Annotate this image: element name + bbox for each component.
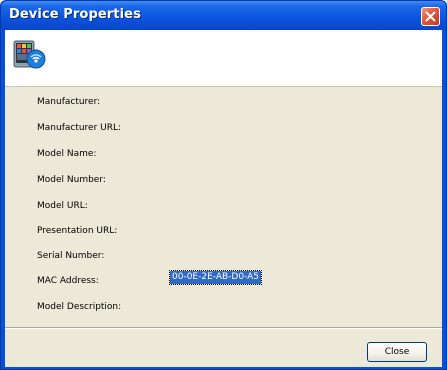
dialog-client-area: Manufacturer: Manufacturer URL: Model Na… <box>5 30 442 367</box>
window-title: Device Properties <box>9 7 141 22</box>
label-model-description: Model Description: <box>37 302 122 312</box>
close-button[interactable]: Close <box>367 342 427 362</box>
header-strip <box>5 30 442 86</box>
label-model-number: Model Number: <box>37 175 106 185</box>
footer-divider-highlight <box>5 328 442 329</box>
label-presentation-url: Presentation URL: <box>37 226 118 236</box>
device-properties-dialog: Device Properties Manufacturer: Manufact… <box>0 0 447 370</box>
label-mac-address: MAC Address: <box>37 276 99 286</box>
label-manufacturer: Manufacturer: <box>37 97 101 107</box>
mac-address-value[interactable]: 00-0E-2E-AB-D0-A5 <box>169 270 262 285</box>
window-close-button[interactable] <box>421 7 440 26</box>
header-divider <box>5 86 442 87</box>
label-model-url: Model URL: <box>37 201 88 211</box>
label-model-name: Model Name: <box>37 149 97 159</box>
label-manufacturer-url: Manufacturer URL: <box>37 123 122 133</box>
media-device-icon <box>13 40 46 69</box>
label-serial-number: Serial Number: <box>37 251 105 261</box>
close-x-icon <box>425 11 436 22</box>
title-bar[interactable]: Device Properties <box>1 1 446 30</box>
